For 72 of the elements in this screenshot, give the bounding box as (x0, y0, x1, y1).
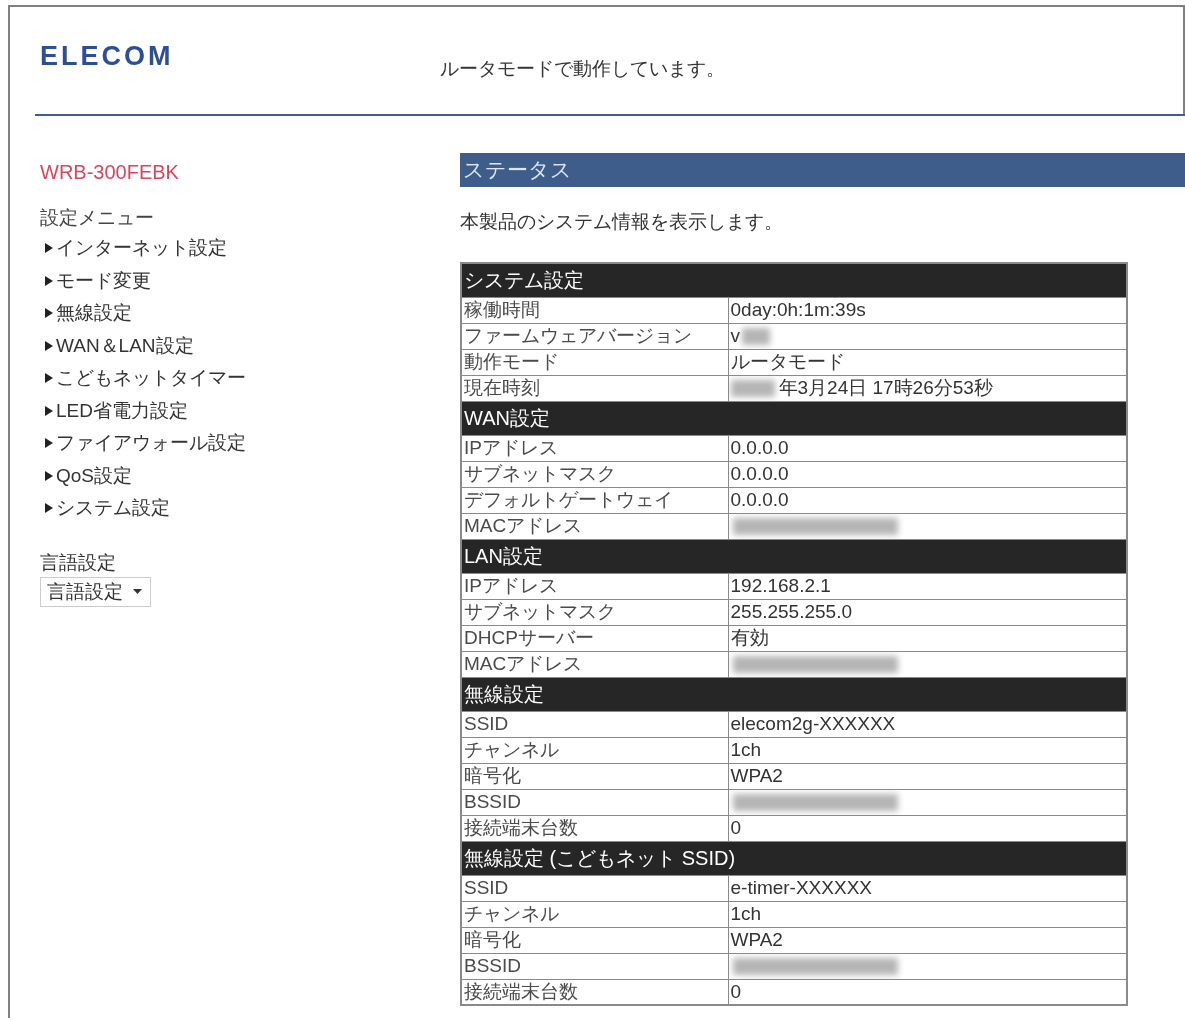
section-header: 無線設定 (461, 677, 1127, 711)
row-label: SSID (464, 877, 509, 898)
row-label: MACアドレス (464, 653, 583, 674)
row-label: IPアドレス (464, 575, 558, 596)
menu-title: 設定メニュー (40, 206, 154, 230)
triangle-icon (45, 503, 53, 514)
triangle-icon (45, 373, 53, 384)
language-label: 言語設定 (40, 550, 116, 575)
row-label: デフォルトゲートウェイ (464, 489, 673, 510)
row-label: BSSID (464, 791, 522, 812)
section-header: システム設定 (461, 263, 1127, 297)
section-header: WAN設定 (461, 401, 1127, 435)
language-select[interactable]: 言語設定 (40, 576, 151, 607)
mode-message: ルータモードで動作しています。 (440, 56, 725, 81)
caret-icon (133, 589, 142, 594)
row-value: 有効 (730, 627, 769, 649)
row-value: elecom2g-XXXXXX (730, 713, 896, 735)
row-label: チャンネル (464, 903, 559, 924)
menu-link[interactable]: モード変更 (45, 264, 151, 297)
row-value: 255.255.255.0 (730, 601, 852, 623)
row-value: 192.168.2.1 (730, 575, 831, 597)
row-label: 動作モード (464, 351, 559, 372)
row-value: v (730, 325, 740, 347)
row-value: 1ch (730, 903, 762, 925)
menu-link[interactable]: WAN＆LAN設定 (45, 329, 194, 362)
row-value: WPA2 (730, 765, 783, 787)
menu-link[interactable]: インターネット設定 (45, 232, 227, 265)
model-name: WRB-300FEBK (40, 161, 179, 183)
row-label: 接続端末台数 (464, 817, 578, 838)
row-label: チャンネル (464, 739, 559, 760)
menu-link[interactable]: システム設定 (45, 492, 170, 525)
row-label: ファームウェアバージョン (464, 325, 692, 346)
menu-link[interactable]: 無線設定 (45, 297, 132, 330)
triangle-icon (45, 405, 53, 416)
row-label: サブネットマスク (464, 601, 616, 622)
triangle-icon (45, 340, 53, 351)
row-label: 稼働時間 (464, 299, 540, 320)
triangle-icon (45, 470, 53, 481)
menu-link[interactable]: QoS設定 (45, 459, 133, 492)
row-label: IPアドレス (464, 437, 558, 458)
page-title-bar: ステータス (460, 153, 1185, 187)
row-label: 暗号化 (464, 929, 521, 950)
section-header: LAN設定 (461, 539, 1127, 573)
menu-link[interactable]: こどもネットタイマー (45, 362, 246, 395)
row-value: e-timer-XXXXXX (730, 877, 872, 899)
page-description: 本製品のシステム情報を表示します。 (460, 210, 783, 234)
row-value: ルータモード (730, 351, 845, 373)
row-label: 現在時刻 (464, 377, 540, 398)
brand-logo: ELECOM (40, 41, 174, 72)
triangle-icon (45, 438, 53, 449)
row-value: 0 (730, 817, 742, 839)
section-header: 無線設定 (こどもネット SSID) (461, 841, 1127, 875)
triangle-icon (45, 308, 53, 319)
row-label: BSSID (464, 955, 522, 976)
row-label: DHCPサーバー (464, 627, 594, 648)
triangle-icon (45, 275, 53, 286)
menu-link[interactable]: LED省電力設定 (45, 394, 188, 427)
row-value: 0.0.0.0 (730, 463, 789, 485)
row-value: WPA2 (730, 929, 783, 951)
row-label: 接続端末台数 (464, 980, 578, 1002)
triangle-icon (45, 243, 53, 254)
row-label: サブネットマスク (464, 463, 616, 484)
row-value: 0.0.0.0 (730, 437, 789, 459)
row-label: SSID (464, 713, 509, 734)
row-value: 0 (730, 980, 742, 1003)
row-value: 0day:0h:1m:39s (730, 299, 866, 321)
row-value: 0.0.0.0 (730, 489, 789, 511)
row-label: MACアドレス (464, 515, 583, 536)
menu-link[interactable]: ファイアウォール設定 (45, 427, 246, 460)
row-label: 暗号化 (464, 765, 521, 786)
row-value: 1ch (730, 739, 762, 761)
row-value: 年3月24日 17時26分53秒 (778, 377, 993, 399)
